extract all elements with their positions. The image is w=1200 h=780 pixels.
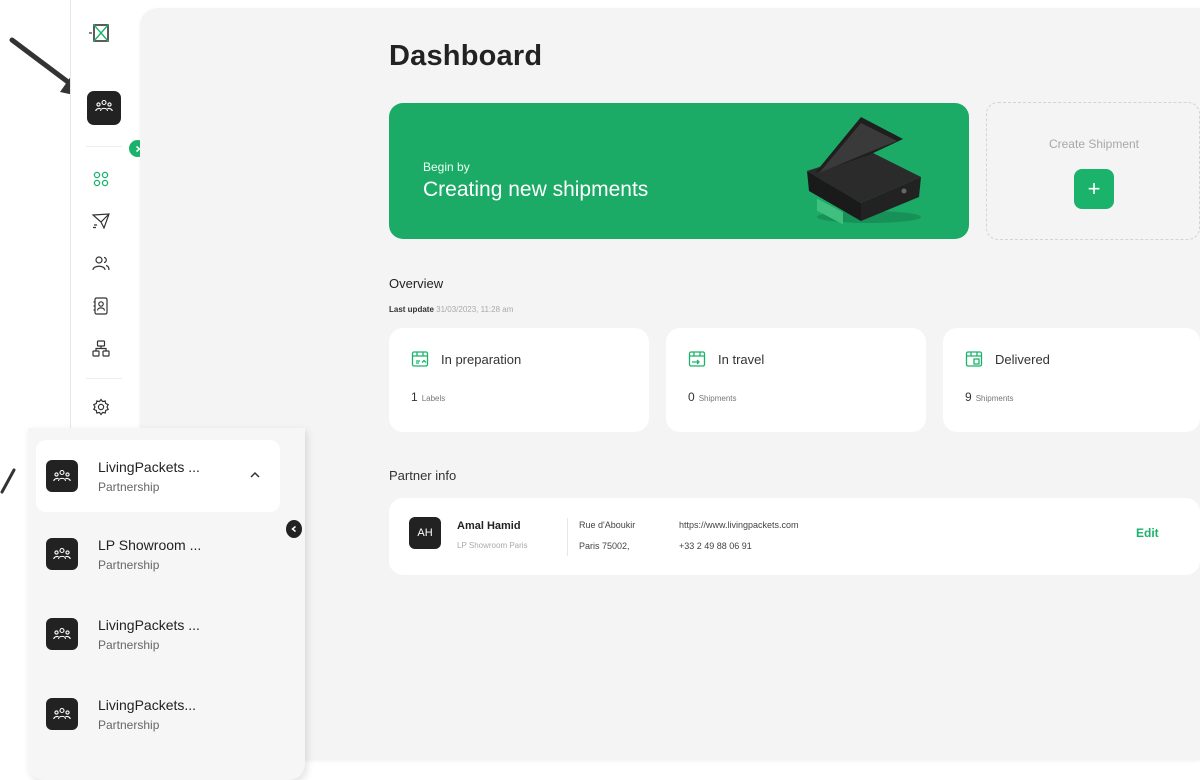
partner-divider [567,518,568,556]
partnership-dropdown: LivingPackets ... Partnership LP Showroo… [28,428,305,780]
partner-address-line1: Rue d'Aboukir [579,520,636,530]
partnership-name: LivingPackets ... [98,459,200,475]
stat-card-in-preparation[interactable]: In preparation 1 Labels [389,328,649,432]
partnership-name: LivingPackets... [98,697,197,713]
partnership-option[interactable]: LivingPackets... Partnership [36,678,280,750]
partner-info-card: AH Amal Hamid LP Showroom Paris Rue d'Ab… [389,498,1200,575]
partnership-type: Partnership [98,480,160,494]
overview-title: Overview [389,276,444,291]
stat-label: In preparation [441,352,522,367]
box-status-icon [688,351,706,367]
edit-partner-button[interactable]: Edit [1136,526,1159,540]
stat-number: 0 [688,390,695,404]
chevron-up-icon[interactable] [248,468,262,482]
box-status-icon [965,351,983,367]
partner-name: Amal Hamid [457,520,521,532]
partnership-switcher-button[interactable] [87,91,121,125]
create-shipment-label: Create Shipment [1048,137,1140,151]
hero-title: Creating new shipments [423,178,649,201]
dashboard-grid-icon[interactable] [90,168,112,190]
stat-count: 9 Shipments [965,390,1013,404]
avatar: AH [409,517,441,549]
partnership-type: Partnership [98,558,160,572]
partnership-type: Partnership [98,718,160,732]
last-update-label: Last update [389,305,434,314]
hero-banner[interactable]: Begin by Creating new shipments [389,103,969,239]
partnership-option[interactable]: LP Showroom ... Partnership [36,518,280,590]
partnership-option-selected[interactable]: LivingPackets ... Partnership [36,440,280,512]
stat-number: 9 [965,390,972,404]
stat-label: Delivered [995,352,1050,367]
last-update-value: 31/03/2023, 11:28 am [436,305,514,314]
partner-phone: +33 2 49 88 06 91 [679,541,752,551]
send-icon[interactable] [90,210,112,232]
last-update: Last update 31/03/2023, 11:28 am [389,305,513,314]
shipping-box-illustration [807,117,921,225]
partner-website-link[interactable]: https://www.livingpackets.com [679,520,799,530]
partnership-name: LP Showroom ... [98,537,202,553]
stat-number: 1 [411,390,418,404]
partnership-type: Partnership [98,638,160,652]
partner-address-line2: Paris 75002, [579,541,630,551]
hero-subtitle: Begin by [423,160,470,174]
partner-company: LP Showroom Paris [457,541,528,550]
sidebar-divider [86,378,122,379]
stat-unit: Shipments [698,394,737,403]
gear-icon[interactable] [90,396,112,418]
annotation-arrow-bottom [0,468,16,494]
stat-count: 0 Shipments [688,390,736,404]
stat-unit: Labels [421,394,446,403]
create-shipment-card[interactable]: Create Shipment + [986,102,1200,240]
page-title: Dashboard [389,40,543,72]
partnership-icon [95,99,113,118]
partnership-icon [46,538,78,570]
partner-info-title: Partner info [389,468,457,483]
partnership-icon [46,698,78,730]
box-logo-icon[interactable] [88,22,112,42]
partnership-option[interactable]: LivingPackets ... Partnership [36,598,280,670]
stat-label: In travel [718,352,765,367]
contacts-icon[interactable] [90,295,112,317]
collapse-dropdown-button[interactable] [286,520,302,538]
stat-unit: Shipments [975,394,1014,403]
users-icon[interactable] [90,252,112,274]
stat-card-delivered[interactable]: Delivered 9 Shipments [943,328,1200,432]
stat-count: 1 Labels [411,390,445,404]
network-icon[interactable] [90,338,112,360]
partnership-icon [46,618,78,650]
partnership-icon [46,460,78,492]
create-shipment-button[interactable]: + [1074,169,1114,209]
stat-card-in-travel[interactable]: In travel 0 Shipments [666,328,926,432]
partnership-name: LivingPackets ... [98,617,200,633]
sidebar-divider [86,146,122,147]
box-status-icon [411,351,429,367]
